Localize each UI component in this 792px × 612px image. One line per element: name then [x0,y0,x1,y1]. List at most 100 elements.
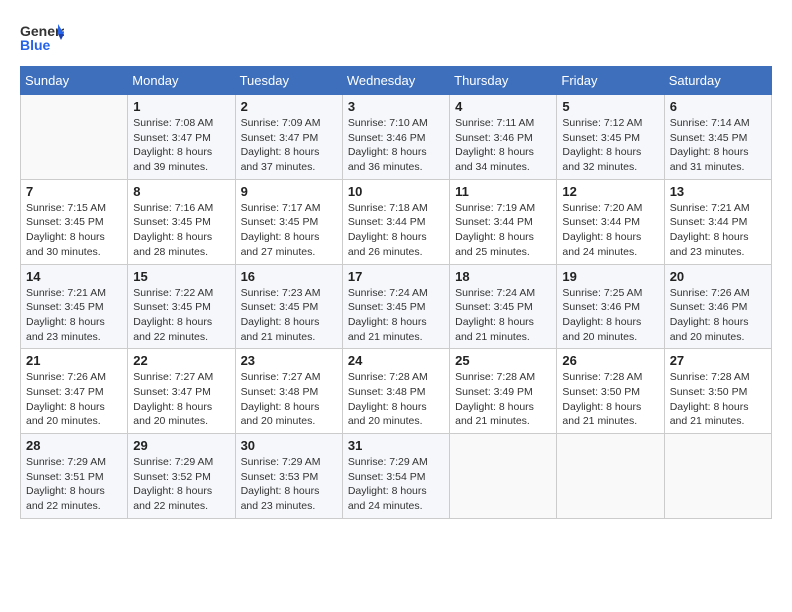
calendar-cell: 1 Sunrise: 7:08 AM Sunset: 3:47 PM Daylig… [128,95,235,180]
weekday-header-friday: Friday [557,67,664,95]
day-number: 8 [133,184,229,199]
calendar-cell: 11 Sunrise: 7:19 AM Sunset: 3:44 PM Dayli… [450,179,557,264]
day-number: 31 [348,438,444,453]
calendar-cell: 22 Sunrise: 7:27 AM Sunset: 3:47 PM Dayli… [128,349,235,434]
day-info: Sunrise: 7:20 AM Sunset: 3:44 PM Dayligh… [562,201,658,260]
day-info: Sunrise: 7:19 AM Sunset: 3:44 PM Dayligh… [455,201,551,260]
day-number: 5 [562,99,658,114]
day-info: Sunrise: 7:28 AM Sunset: 3:50 PM Dayligh… [670,370,766,429]
day-info: Sunrise: 7:10 AM Sunset: 3:46 PM Dayligh… [348,116,444,175]
day-number: 25 [455,353,551,368]
page-header: General Blue [20,20,772,56]
day-info: Sunrise: 7:28 AM Sunset: 3:49 PM Dayligh… [455,370,551,429]
calendar-cell: 26Sunrise: 7:28 AM Sunset: 3:50 PM Dayli… [557,349,664,434]
calendar-cell: 21 Sunrise: 7:26 AM Sunset: 3:47 PM Dayli… [21,349,128,434]
day-info: Sunrise: 7:08 AM Sunset: 3:47 PM Dayligh… [133,116,229,175]
day-info: Sunrise: 7:18 AM Sunset: 3:44 PM Dayligh… [348,201,444,260]
day-info: Sunrise: 7:17 AM Sunset: 3:45 PM Dayligh… [241,201,337,260]
day-number: 15 [133,269,229,284]
calendar-cell: 12 Sunrise: 7:20 AM Sunset: 3:44 PM Dayli… [557,179,664,264]
day-info: Sunrise: 7:14 AM Sunset: 3:45 PM Dayligh… [670,116,766,175]
calendar-cell: 7 Sunrise: 7:15 AM Sunset: 3:45 PM Daylig… [21,179,128,264]
calendar-cell: 27 Sunrise: 7:28 AM Sunset: 3:50 PM Dayli… [664,349,771,434]
weekday-header-monday: Monday [128,67,235,95]
day-info: Sunrise: 7:21 AM Sunset: 3:44 PM Dayligh… [670,201,766,260]
day-number: 12 [562,184,658,199]
day-number: 24 [348,353,444,368]
day-number: 21 [26,353,122,368]
calendar-cell: 2Sunrise: 7:09 AM Sunset: 3:47 PM Daylig… [235,95,342,180]
calendar-cell: 4 Sunrise: 7:11 AM Sunset: 3:46 PM Daylig… [450,95,557,180]
calendar-table: SundayMondayTuesdayWednesdayThursdayFrid… [20,66,772,519]
day-number: 17 [348,269,444,284]
day-number: 4 [455,99,551,114]
day-number: 23 [241,353,337,368]
day-info: Sunrise: 7:29 AM Sunset: 3:51 PM Dayligh… [26,455,122,514]
day-info: Sunrise: 7:28 AM Sunset: 3:50 PM Dayligh… [562,370,658,429]
day-number: 20 [670,269,766,284]
day-number: 10 [348,184,444,199]
day-number: 16 [241,269,337,284]
day-number: 19 [562,269,658,284]
calendar-cell: 8 Sunrise: 7:16 AM Sunset: 3:45 PM Daylig… [128,179,235,264]
day-info: Sunrise: 7:28 AM Sunset: 3:48 PM Dayligh… [348,370,444,429]
weekday-header-sunday: Sunday [21,67,128,95]
day-number: 22 [133,353,229,368]
day-number: 13 [670,184,766,199]
day-info: Sunrise: 7:24 AM Sunset: 3:45 PM Dayligh… [348,286,444,345]
calendar-cell: 17 Sunrise: 7:24 AM Sunset: 3:45 PM Dayli… [342,264,449,349]
day-info: Sunrise: 7:27 AM Sunset: 3:47 PM Dayligh… [133,370,229,429]
calendar-cell: 13 Sunrise: 7:21 AM Sunset: 3:44 PM Dayli… [664,179,771,264]
calendar-header: SundayMondayTuesdayWednesdayThursdayFrid… [21,67,772,95]
day-number: 6 [670,99,766,114]
day-number: 3 [348,99,444,114]
calendar-cell: 30Sunrise: 7:29 AM Sunset: 3:53 PM Dayli… [235,434,342,519]
svg-text:Blue: Blue [20,37,51,53]
day-info: Sunrise: 7:27 AM Sunset: 3:48 PM Dayligh… [241,370,337,429]
logo: General Blue [20,20,64,56]
day-number: 28 [26,438,122,453]
day-info: Sunrise: 7:25 AM Sunset: 3:46 PM Dayligh… [562,286,658,345]
calendar-cell: 28 Sunrise: 7:29 AM Sunset: 3:51 PM Dayli… [21,434,128,519]
calendar-cell [21,95,128,180]
calendar-cell: 3 Sunrise: 7:10 AM Sunset: 3:46 PM Daylig… [342,95,449,180]
day-number: 27 [670,353,766,368]
day-number: 14 [26,269,122,284]
weekday-header-tuesday: Tuesday [235,67,342,95]
day-info: Sunrise: 7:26 AM Sunset: 3:47 PM Dayligh… [26,370,122,429]
calendar-cell: 5 Sunrise: 7:12 AM Sunset: 3:45 PM Daylig… [557,95,664,180]
logo-icon: General Blue [20,20,64,56]
weekday-header-thursday: Thursday [450,67,557,95]
day-info: Sunrise: 7:11 AM Sunset: 3:46 PM Dayligh… [455,116,551,175]
calendar-cell: 14 Sunrise: 7:21 AM Sunset: 3:45 PM Dayli… [21,264,128,349]
calendar-cell: 25 Sunrise: 7:28 AM Sunset: 3:49 PM Dayli… [450,349,557,434]
day-info: Sunrise: 7:22 AM Sunset: 3:45 PM Dayligh… [133,286,229,345]
day-info: Sunrise: 7:12 AM Sunset: 3:45 PM Dayligh… [562,116,658,175]
calendar-cell: 15 Sunrise: 7:22 AM Sunset: 3:45 PM Dayli… [128,264,235,349]
calendar-cell [450,434,557,519]
calendar-cell: 23 Sunrise: 7:27 AM Sunset: 3:48 PM Dayli… [235,349,342,434]
day-info: Sunrise: 7:29 AM Sunset: 3:54 PM Dayligh… [348,455,444,514]
calendar-cell: 19 Sunrise: 7:25 AM Sunset: 3:46 PM Dayli… [557,264,664,349]
day-number: 18 [455,269,551,284]
weekday-header-wednesday: Wednesday [342,67,449,95]
day-number: 11 [455,184,551,199]
calendar-cell: 18 Sunrise: 7:24 AM Sunset: 3:45 PM Dayli… [450,264,557,349]
calendar-cell [664,434,771,519]
calendar-cell: 31 Sunrise: 7:29 AM Sunset: 3:54 PM Dayli… [342,434,449,519]
day-number: 2 [241,99,337,114]
calendar-cell: 16 Sunrise: 7:23 AM Sunset: 3:45 PM Dayli… [235,264,342,349]
day-number: 1 [133,99,229,114]
calendar-cell: 20Sunrise: 7:26 AM Sunset: 3:46 PM Dayli… [664,264,771,349]
calendar-cell [557,434,664,519]
day-info: Sunrise: 7:23 AM Sunset: 3:45 PM Dayligh… [241,286,337,345]
day-number: 9 [241,184,337,199]
day-info: Sunrise: 7:21 AM Sunset: 3:45 PM Dayligh… [26,286,122,345]
day-info: Sunrise: 7:24 AM Sunset: 3:45 PM Dayligh… [455,286,551,345]
day-info: Sunrise: 7:15 AM Sunset: 3:45 PM Dayligh… [26,201,122,260]
day-info: Sunrise: 7:16 AM Sunset: 3:45 PM Dayligh… [133,201,229,260]
calendar-cell: 6 Sunrise: 7:14 AM Sunset: 3:45 PM Daylig… [664,95,771,180]
calendar-cell: 10 Sunrise: 7:18 AM Sunset: 3:44 PM Dayli… [342,179,449,264]
day-number: 7 [26,184,122,199]
day-number: 29 [133,438,229,453]
